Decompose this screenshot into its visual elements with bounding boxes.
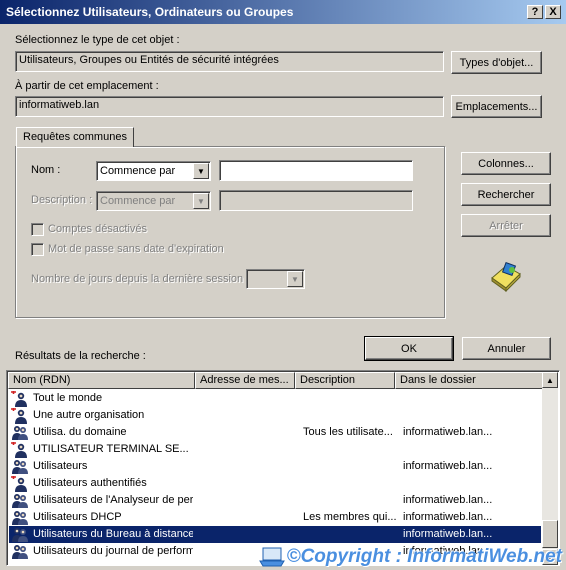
name-mode-value: Commence par <box>100 165 176 177</box>
column-header-email[interactable]: Adresse de mes... <box>195 372 295 389</box>
cell-name: Une autre organisation <box>33 409 145 421</box>
cell-folder: informatiweb.lan... <box>403 426 493 438</box>
search-button[interactable]: Rechercher <box>461 183 551 206</box>
no-expire-password-label: Mot de passe sans date d'expiration <box>48 243 224 255</box>
cell-description: Les membres qui... <box>303 511 397 523</box>
group-icon <box>12 494 28 508</box>
location-field: informatiweb.lan <box>15 96 444 117</box>
group-icon <box>12 460 28 474</box>
chevron-down-icon[interactable]: ▼ <box>193 193 209 209</box>
group-icon <box>12 545 28 559</box>
window-title: Sélectionnez Utilisateurs, Ordinateurs o… <box>6 5 294 19</box>
cell-name: Utilisateurs du journal de perform... <box>33 545 193 557</box>
table-row[interactable]: Utilisateurs informatiweb.lan... <box>9 458 541 475</box>
watermark-text: ©Copyright : InformatiWeb.net <box>286 546 562 567</box>
builtin-security-principal-icon <box>11 442 27 458</box>
laptop-logo-icon <box>258 547 285 567</box>
cell-name: Utilisateurs DHCP <box>33 511 122 523</box>
cell-name: Utilisateurs de l'Analyseur de per... <box>33 494 193 506</box>
group-icon <box>12 511 28 525</box>
column-header-name[interactable]: Nom (RDN) <box>8 372 195 389</box>
location-label: À partir de cet emplacement : <box>15 80 159 92</box>
cell-folder: informatiweb.lan... <box>403 460 493 472</box>
cell-name: Utilisateurs authentifiés <box>33 477 147 489</box>
cell-name: UTILISATEUR TERMINAL SE... <box>33 443 189 455</box>
copyright-watermark: ©Copyright : InformatiWeb.net <box>258 546 562 568</box>
description-mode-select[interactable]: Commence par ▼ <box>96 191 211 211</box>
help-button[interactable]: ? <box>527 5 543 19</box>
title-bar: Sélectionnez Utilisateurs, Ordinateurs o… <box>0 0 566 24</box>
table-row[interactable]: Utilisateurs du Bureau à distance informa… <box>9 526 541 543</box>
table-row[interactable]: Utilisa. du domaine Tous les utilisate...… <box>9 424 541 441</box>
group-icon <box>12 528 28 542</box>
name-input[interactable] <box>219 160 413 181</box>
chevron-down-icon[interactable]: ▼ <box>287 271 303 287</box>
results-label: Résultats de la recherche : <box>15 350 146 362</box>
builtin-security-principal-icon <box>11 408 27 424</box>
cell-folder: informatiweb.lan... <box>403 494 493 506</box>
stop-button[interactable]: Arrêter <box>461 214 551 237</box>
object-type-label: Sélectionnez le type de cet objet : <box>15 34 180 46</box>
description-label: Description : <box>31 194 93 206</box>
name-label: Nom : <box>31 164 61 176</box>
cell-folder: informatiweb.lan... <box>403 528 493 540</box>
vertical-scrollbar[interactable]: ▲ ▼ <box>542 372 558 565</box>
table-row[interactable]: Tout le monde <box>9 390 541 407</box>
disabled-accounts-label: Comptes désactivés <box>48 223 148 235</box>
days-since-logon-label: Nombre de jours depuis la dernière sessi… <box>31 273 250 285</box>
locations-button[interactable]: Emplacements... <box>451 95 542 118</box>
chevron-down-icon[interactable]: ▼ <box>193 163 209 179</box>
description-mode-value: Commence par <box>100 195 176 207</box>
cell-name: Tout le monde <box>33 392 103 404</box>
table-row[interactable]: UTILISATEUR TERMINAL SE... <box>9 441 541 458</box>
tab-common-queries[interactable]: Requêtes communes <box>16 127 134 147</box>
cell-description: Tous les utilisate... <box>303 426 393 438</box>
table-row[interactable]: Utilisateurs de l'Analyseur de per... inf… <box>9 492 541 509</box>
cell-folder: informatiweb.lan... <box>403 511 493 523</box>
table-row[interactable]: Utilisateurs authentifiés <box>9 475 541 492</box>
cancel-button[interactable]: Annuler <box>462 337 551 360</box>
columns-button[interactable]: Colonnes... <box>461 152 551 175</box>
close-button[interactable]: X <box>545 5 561 19</box>
cell-name: Utilisa. du domaine <box>33 426 127 438</box>
ok-button[interactable]: OK <box>364 336 454 361</box>
description-input[interactable] <box>219 190 413 211</box>
name-mode-select[interactable]: Commence par ▼ <box>96 161 211 181</box>
group-icon <box>12 426 28 440</box>
days-since-logon-select[interactable]: ▼ <box>246 269 305 289</box>
builtin-security-principal-icon <box>11 476 27 492</box>
column-header-description[interactable]: Description <box>295 372 395 389</box>
results-list[interactable]: Nom (RDN) Adresse de mes... Description … <box>6 370 560 566</box>
builtin-security-principal-icon <box>11 391 27 407</box>
object-type-field: Utilisateurs, Groupes ou Entités de sécu… <box>15 51 444 72</box>
cell-name: Utilisateurs du Bureau à distance <box>33 528 193 540</box>
disabled-accounts-checkbox[interactable] <box>31 223 44 236</box>
object-types-button[interactable]: Types d'objet... <box>451 51 542 74</box>
no-expire-password-checkbox[interactable] <box>31 243 44 256</box>
scroll-up-button[interactable]: ▲ <box>542 372 558 388</box>
scroll-thumb[interactable] <box>542 520 558 548</box>
cell-name: Utilisateurs <box>33 460 88 472</box>
table-row[interactable]: Une autre organisation <box>9 407 541 424</box>
column-header-folder[interactable]: Dans le dossier <box>395 372 544 389</box>
search-flashlight-icon <box>491 261 521 292</box>
table-row[interactable]: Utilisateurs DHCP Les membres qui... infor… <box>9 509 541 526</box>
